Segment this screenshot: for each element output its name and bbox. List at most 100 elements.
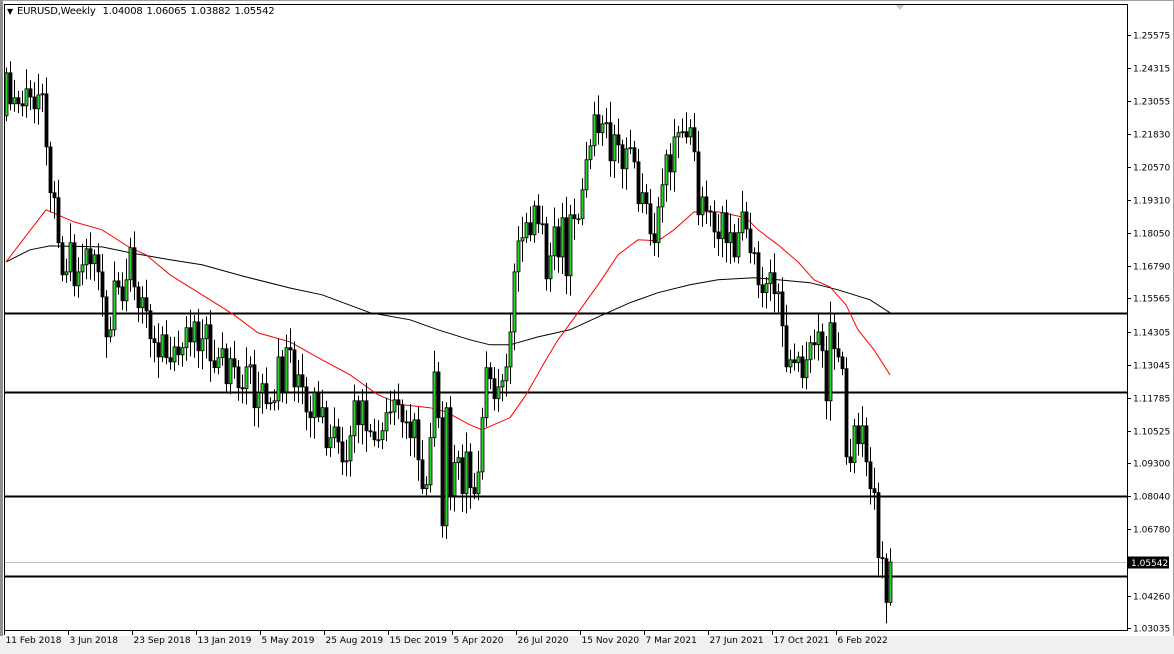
candle-body-bullish	[81, 265, 84, 272]
price-tick-label: 1.10525	[1133, 428, 1170, 438]
candle-body-bearish	[449, 408, 452, 496]
candle-body-bullish	[377, 440, 380, 441]
candle-body-bullish	[817, 332, 820, 345]
candle-body-bearish	[873, 489, 876, 493]
candle-body-bearish	[845, 369, 848, 457]
candle-body-bullish	[661, 185, 664, 207]
candle-body-bearish	[885, 559, 888, 603]
candle-body-bullish	[161, 335, 164, 357]
candle-body-bearish	[633, 148, 636, 162]
candle-body-bearish	[45, 94, 48, 147]
candle-body-bullish	[517, 241, 520, 272]
price-tick-label: 1.16790	[1133, 263, 1170, 273]
candle-body-bullish	[485, 368, 488, 418]
candle-body-bullish	[593, 115, 596, 146]
price-tick-label: 1.15565	[1133, 295, 1170, 305]
candle-body-bearish	[237, 367, 240, 388]
candle-body-bullish	[69, 243, 72, 272]
candle-body-bearish	[305, 387, 308, 412]
candle-body-bullish	[109, 330, 112, 337]
candle-body-bearish	[337, 427, 340, 442]
collapse-triangle-icon[interactable]: ▼	[7, 7, 13, 16]
time-tick-label: 17 Oct 2021	[774, 636, 830, 646]
candle-body-bearish	[637, 162, 640, 204]
candle-body-bullish	[585, 160, 588, 190]
candle-body-bullish	[249, 365, 252, 367]
candle-body-bullish	[37, 95, 40, 109]
candle-body-bearish	[597, 115, 600, 133]
candle-body-bullish	[425, 485, 428, 489]
candle-body-bullish	[769, 273, 772, 284]
candle-body-bullish	[829, 323, 832, 401]
candle-body-bearish	[409, 422, 412, 438]
candle-body-bullish	[269, 403, 272, 404]
price-tick-label: 1.25575	[1133, 32, 1170, 42]
candle-body-bearish	[225, 349, 228, 384]
candle-body-bearish	[653, 234, 656, 243]
candle-body-bullish	[41, 94, 44, 95]
candle-body-bearish	[9, 73, 12, 104]
candle-body-bullish	[229, 359, 232, 384]
candle-body-bullish	[181, 348, 184, 355]
price-tick-label: 1.08040	[1133, 493, 1170, 503]
candle-body-bullish	[805, 360, 808, 378]
candle-body-bullish	[277, 357, 280, 401]
candle-body-bearish	[685, 132, 688, 137]
candle-body-bullish	[741, 212, 744, 233]
price-tick-label: 1.24315	[1133, 65, 1170, 75]
candle-body-bearish	[793, 360, 796, 363]
candle	[481, 408, 484, 480]
candle-body-bearish	[693, 128, 696, 152]
candle-body-bullish	[765, 284, 768, 293]
left-edge	[0, 0, 3, 654]
time-tick-label: 15 Nov 2020	[582, 636, 640, 646]
candle-body-bullish	[393, 400, 396, 412]
candle-body-bullish	[113, 281, 116, 330]
candle-body-bullish	[549, 256, 552, 279]
current-price-label: 1.05542	[1131, 559, 1168, 569]
candle-body-bullish	[789, 360, 792, 367]
candle-body-bearish	[877, 493, 880, 558]
candle-body-bullish	[193, 322, 196, 342]
candle-body-bearish	[61, 243, 64, 275]
candle-body-bullish	[285, 348, 288, 392]
candle-body-bearish	[669, 155, 672, 172]
candle-body-bullish	[777, 292, 780, 294]
candle-body-bearish	[421, 460, 424, 489]
candle-body-bearish	[165, 335, 168, 358]
candle-body-bullish	[581, 190, 584, 219]
candle-body-bearish	[341, 442, 344, 462]
candle-body-bearish	[293, 350, 296, 387]
candle-body-bearish	[837, 349, 840, 357]
candle-body-bullish	[141, 298, 144, 308]
candle-body-bullish	[465, 452, 468, 494]
chart-window[interactable]: 1.255751.243151.230551.218301.205701.193…	[0, 0, 1174, 654]
candle-body-bullish	[481, 418, 484, 472]
plot-area[interactable]	[5, 5, 1128, 631]
candle-body-bullish	[273, 401, 276, 403]
candle-body-bearish	[145, 298, 148, 311]
candle-body-bullish	[569, 215, 572, 276]
time-tick-label: 7 Mar 2021	[646, 636, 697, 646]
candle-body-bearish	[117, 281, 120, 287]
candle-body-bullish	[797, 357, 800, 363]
candle-body-bullish	[673, 137, 676, 172]
candle-body-bearish	[21, 104, 24, 106]
candle-body-bearish	[713, 212, 716, 232]
candle-body-bearish	[757, 253, 760, 285]
candle-body-bullish	[445, 408, 448, 526]
price-tick-label: 1.04260	[1133, 593, 1170, 603]
candle-body-bullish	[737, 233, 740, 257]
candle	[325, 401, 328, 456]
candle-body-bullish	[505, 367, 508, 381]
candle-body-bearish	[209, 325, 212, 361]
time-tick-label: 11 Feb 2018	[6, 636, 62, 646]
candle	[5, 68, 8, 122]
candle-body-bullish	[589, 146, 592, 160]
candle-body-bearish	[153, 339, 156, 343]
candle-body-bearish	[881, 558, 884, 559]
candle-body-bearish	[373, 432, 376, 440]
candle-body-bearish	[53, 193, 56, 198]
candle-body-bearish	[365, 401, 368, 431]
candle-body-bearish	[745, 212, 748, 229]
